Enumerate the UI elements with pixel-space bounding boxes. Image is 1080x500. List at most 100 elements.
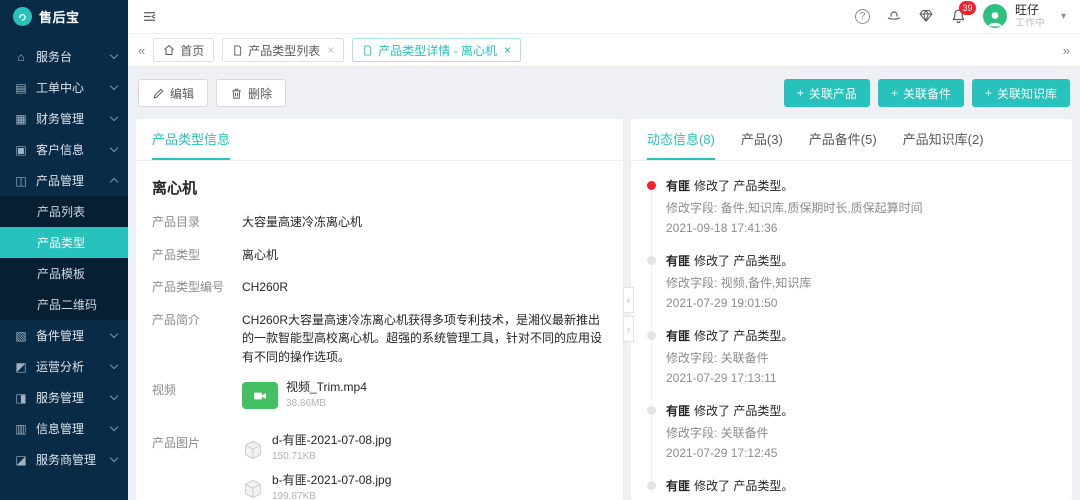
timeline-dot [647,481,656,490]
sidebar-item-service-mgmt[interactable]: ◨服务管理 [0,382,128,413]
diamond-icon[interactable] [918,8,934,24]
activity-tabs: 动态信息(8) 产品(3) 产品备件(5) 产品知识库(2) [631,119,1072,161]
trash-icon [230,87,243,100]
link-product-button[interactable]: +关联产品 [784,79,870,107]
tab-product-type-detail[interactable]: 产品类型详情 - 离心机× [352,38,521,62]
tab-activity-feed[interactable]: 动态信息(8) [647,119,715,160]
tabs-scroll-right-icon[interactable]: » [1063,43,1070,58]
tab-activity-products[interactable]: 产品(3) [741,119,783,160]
document-icon [232,45,243,56]
sidebar-item-providers[interactable]: ◪ 服务商管理 [0,444,128,475]
home-icon [163,44,175,56]
detail-fields: 产品目录大容量高速冷冻离心机产品类型离心机产品类型编号CH260R产品简介CH2… [152,213,607,367]
sidebar-item-products[interactable]: ◫产品管理 [0,165,128,196]
video-file-row[interactable]: 视频_Trim.mp4 38.86MB [242,381,607,412]
sidebar-item-spare-parts[interactable]: ▧备件管理 [0,320,128,351]
file-row[interactable]: d-有匪-2021-07-08.jpg150.71KB [242,434,607,465]
sidebar-subitem-product-type[interactable]: 产品类型 [0,227,128,258]
field-label: 产品类型编号 [152,278,242,297]
tab-activity-knowledge[interactable]: 产品知识库(2) [903,119,984,160]
file-meta: b-有匪-2021-07-08.jpg199.87KB [272,474,391,500]
field-label: 产品类型 [152,246,242,265]
information-icon: ▥ [14,422,28,436]
sidebar-subitem-label: 产品模板 [37,265,85,282]
finance-icon: ▦ [14,112,28,126]
sidebar-item-label: 服务商管理 [36,451,103,468]
analytics-icon: ◩ [14,360,28,374]
tabs-scroll-left-icon[interactable]: « [138,43,145,58]
video-field-label: 视频 [152,381,242,421]
customer-icon: ▣ [14,143,28,157]
link-spare-part-button[interactable]: +关联备件 [878,79,964,107]
edit-button-label: 编辑 [170,85,194,102]
field-value: 离心机 [242,246,607,265]
tab-home[interactable]: 首页 [153,38,214,62]
sidebar-subitem-product-template[interactable]: 产品模板 [0,258,128,289]
product-type-title: 离心机 [152,177,607,198]
sidebar-item-analytics[interactable]: ◩运营分析 [0,351,128,382]
app-logo: 售后宝 [0,0,128,33]
app-logo-text: 售后宝 [39,7,80,26]
sidebar-item-label: 服务管理 [36,389,103,406]
field-value: CH260R [242,278,607,297]
tab-product-type-list[interactable]: 产品类型列表× [222,38,344,62]
product-image-list: d-有匪-2021-07-08.jpg150.71KB b-有匪-2021-07-… [242,434,607,500]
file-name: d-有匪-2021-07-08.jpg [272,434,391,447]
delete-button[interactable]: 删除 [216,79,286,107]
sidebar-item-label: 财务管理 [36,110,103,127]
sidebar-item-customers[interactable]: ▣ 客户信息 [0,134,128,165]
toolbar-actions: +关联产品+关联备件+关联知识库 [784,79,1070,107]
link-spare-part-button-label: 关联备件 [903,85,951,102]
close-icon[interactable]: × [504,43,511,57]
sidebar-item-label: 产品管理 [36,172,103,189]
chevron-down-icon [110,392,118,400]
sidebar-item-label: 工单中心 [36,79,103,96]
link-knowledge-button[interactable]: +关联知识库 [972,79,1070,107]
chevron-down-icon [110,423,118,431]
sidebar-subitem-product-qrcode[interactable]: 产品二维码 [0,289,128,320]
sidebar-item-label: 服务台 [36,48,103,65]
user-menu-caret-icon[interactable]: ▾ [1061,11,1066,22]
activity-time: 2021-07-29 19:01:50 [666,296,1056,310]
product-type-card: 产品类型信息 离心机 产品目录大容量高速冷冻离心机产品类型离心机产品类型编号CH… [136,119,623,500]
activity-action: 修改了 产品类型。 [694,254,793,268]
activity-detail: 修改字段: 备件,知识库,质保期时长,质保起算时间 [666,199,1056,216]
plus-icon: + [985,86,992,100]
chevron-down-icon [110,454,118,462]
panel-collapse-handle: ‹ › [623,287,634,342]
tab-activity-spare-parts[interactable]: 产品备件(5) [809,119,877,160]
sidebar-subitem-label: 产品二维码 [37,296,97,313]
workorder-icon: ▤ [14,81,28,95]
help-icon[interactable]: ? [855,9,870,24]
sidebar-item-work-orders[interactable]: ▤ 工单中心 [0,72,128,103]
avatar[interactable] [983,4,1007,28]
close-icon[interactable]: × [327,43,334,57]
sidebar-item-service-desk[interactable]: ⌂服务台 [0,41,128,72]
chevron-down-icon [110,113,118,121]
edit-button[interactable]: 编辑 [138,79,208,107]
sidebar-item-information[interactable]: ▥信息管理 [0,413,128,444]
collapse-left-icon[interactable]: ‹ [623,287,634,313]
sidebar-item-label: 客户信息 [36,141,103,158]
chevron-down-icon [110,82,118,90]
user-name: 旺仔 [1015,4,1045,18]
tab-product-type-info[interactable]: 产品类型信息 [152,119,230,160]
file-row[interactable]: b-有匪-2021-07-08.jpg199.87KB [242,474,607,500]
delete-button-label: 删除 [248,85,272,102]
collapse-right-icon[interactable]: › [623,316,634,342]
notifications-bell-icon[interactable]: 39 [950,8,967,25]
activity-actor: 有匪 [666,329,690,343]
activity-detail: 修改字段: 关联备件 [666,349,1056,366]
sidebar-item-finance[interactable]: ▦ 财务管理 [0,103,128,134]
sidebar-fold-icon[interactable] [142,9,157,24]
provider-icon: ◪ [14,453,28,467]
sidebar-subitem-product-list[interactable]: 产品列表 [0,196,128,227]
file-meta: d-有匪-2021-07-08.jpg150.71KB [272,434,391,465]
activity-card: 动态信息(8)产品(3)产品备件(5)产品知识库(2) 有匪修改了 产品类型。修… [631,119,1072,500]
video-file-name: 视频_Trim.mp4 [286,381,367,394]
activity-entry: 有匪修改了 产品类型。修改字段: 关联备件2021-07-29 17:11:43 [647,477,1056,500]
incognito-icon[interactable] [886,8,902,24]
topbar: ? 39 旺仔 工作中 ▾ [128,0,1080,34]
edit-pencil-icon [152,87,165,100]
plus-icon: + [797,86,804,100]
